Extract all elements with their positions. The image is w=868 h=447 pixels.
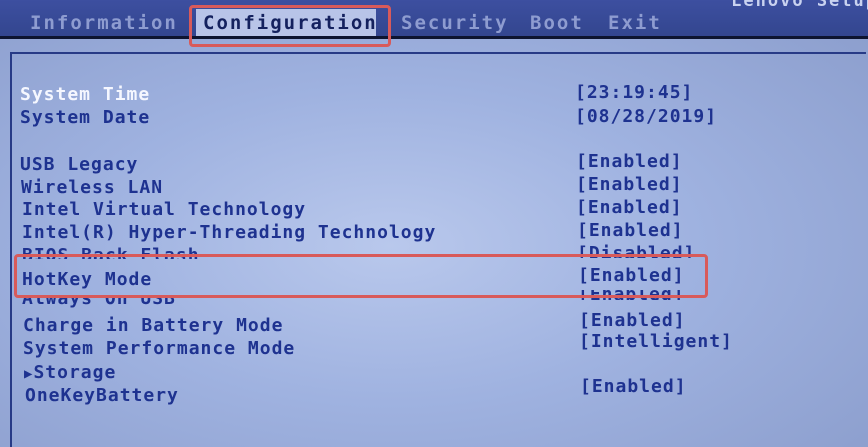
setting-value-intel-vt[interactable]: [Enabled]	[576, 197, 683, 218]
setting-label-hyper-threading[interactable]: Intel(R) Hyper-Threading Technology	[22, 222, 436, 243]
setting-label-intel-vt[interactable]: Intel Virtual Technology	[22, 199, 306, 220]
setting-label-performance-mode[interactable]: System Performance Mode	[23, 338, 295, 359]
menu-bar: Lenovo Setup Information Configuration S…	[0, 0, 868, 37]
setting-value-onekeybattery[interactable]: [Enabled]	[580, 376, 687, 397]
setting-value-system-date[interactable]: [08/28/2019]	[575, 106, 717, 127]
setting-label-system-date[interactable]: System Date	[20, 107, 150, 128]
setting-label-charge-battery[interactable]: Charge in Battery Mode	[23, 315, 283, 336]
setting-storage-submenu[interactable]: ▶Storage	[24, 362, 116, 383]
setting-label-usb-legacy[interactable]: USB Legacy	[20, 154, 138, 175]
tab-security[interactable]: Security	[401, 12, 509, 34]
setting-value-performance-mode[interactable]: [Intelligent]	[579, 331, 733, 352]
setting-label-wireless-lan[interactable]: Wireless LAN	[21, 177, 163, 198]
tab-boot[interactable]: Boot	[530, 12, 584, 34]
bios-screen: Lenovo Setup Information Configuration S…	[0, 0, 868, 447]
setting-label-system-time[interactable]: System Time	[20, 84, 150, 105]
tab-exit[interactable]: Exit	[608, 12, 662, 34]
setting-value-charge-battery[interactable]: [Enabled]	[579, 310, 686, 331]
setting-label-storage: Storage	[33, 362, 117, 383]
tab-information[interactable]: Information	[30, 12, 178, 34]
setting-value-wireless-lan[interactable]: [Enabled]	[576, 174, 683, 195]
hotkey-mode-highlight-box	[14, 254, 708, 298]
configuration-highlight-box	[189, 5, 391, 47]
always-on-usb-row-clip: Always On USB	[22, 296, 242, 312]
menu-divider	[0, 36, 868, 39]
setting-value-hyper-threading[interactable]: [Enabled]	[577, 220, 684, 241]
product-title: Lenovo Setup	[731, 0, 868, 11]
setting-value-system-time[interactable]: [23:19:45]	[575, 82, 693, 103]
setting-label-onekeybattery[interactable]: OneKeyBattery	[25, 385, 179, 406]
setting-value-usb-legacy[interactable]: [Enabled]	[576, 151, 683, 172]
